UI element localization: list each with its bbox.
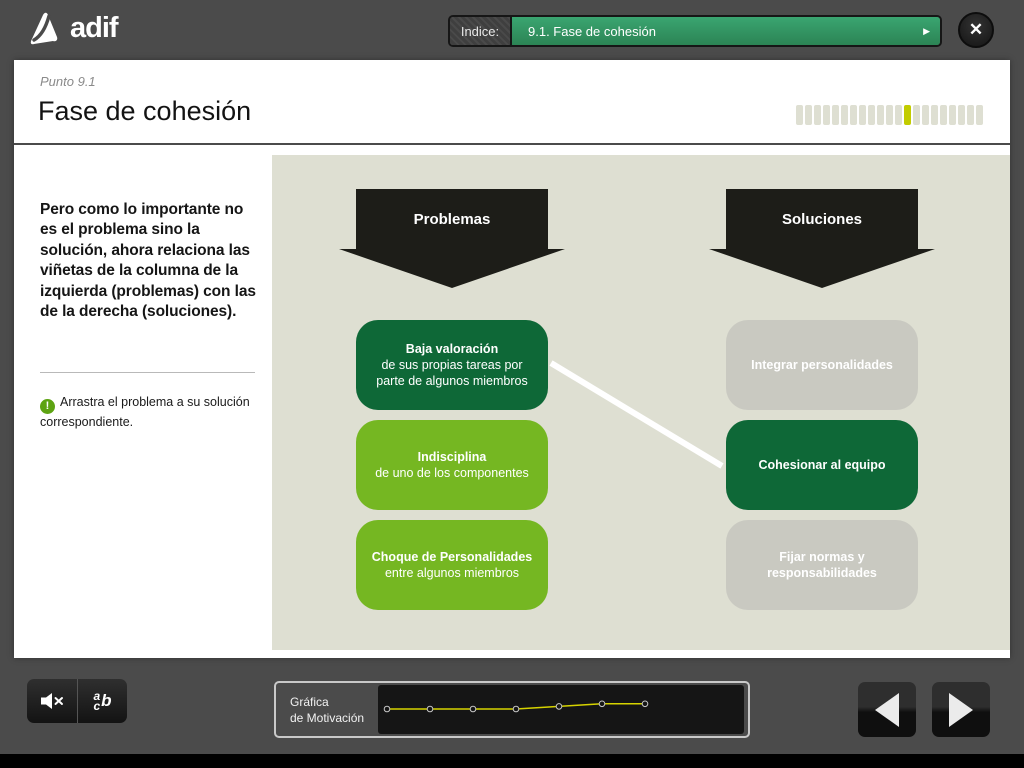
index-dropdown[interactable]: Indice: 9.1. Fase de cohesión ▶	[448, 15, 942, 47]
solutions-banner: Soluciones	[709, 189, 935, 288]
letter-c: c	[93, 701, 100, 711]
topbar: adif Indice: 9.1. Fase de cohesión ▶ ✕	[0, 0, 1024, 60]
exclamation-icon: !	[40, 399, 55, 414]
logo-text: adif	[70, 14, 118, 43]
index-label: Indice:	[450, 17, 512, 45]
adif-logo-icon	[30, 10, 64, 46]
subtitles-button[interactable]: a c b	[77, 679, 127, 723]
mute-button[interactable]	[27, 679, 77, 723]
hint-row: !Arrastra el problema a su solución corr…	[40, 394, 262, 431]
problem-subtitle: entre algunos miembros	[385, 565, 519, 581]
problem-title: Choque de Personalidades	[372, 549, 532, 565]
motivation-chart-widget: Gráfica de Motivación	[274, 681, 750, 738]
adif-logo: adif	[30, 10, 118, 46]
application-window: adif Indice: 9.1. Fase de cohesión ▶ ✕ P…	[0, 0, 1024, 768]
next-button[interactable]	[932, 682, 990, 737]
activity-panel: Problemas Soluciones Baja valoración de …	[272, 155, 1010, 650]
solutions-header: Soluciones	[726, 189, 918, 249]
header-divider	[14, 143, 1010, 145]
motivation-line-chart	[378, 685, 744, 734]
solution-card-cohesionar-equipo[interactable]: Cohesionar al equipo	[726, 420, 918, 510]
content-card: Punto 9.1 Fase de cohesión Pero como lo …	[14, 60, 1010, 658]
hint-text: Arrastra el problema a su solución corre…	[40, 395, 250, 429]
problems-header: Problemas	[356, 189, 548, 249]
index-current-item-text: 9.1. Fase de cohesión	[528, 24, 656, 39]
progress-bar	[796, 105, 983, 125]
muted-speaker-icon	[39, 690, 65, 712]
solution-title: Fijar normas y responsabilidades	[740, 549, 904, 582]
page-title: Fase de cohesión	[38, 96, 251, 127]
previous-button[interactable]	[858, 682, 916, 737]
problem-subtitle: de uno de los componentes	[375, 465, 529, 481]
letter-b: b	[101, 691, 111, 711]
bottom-strip	[0, 754, 1024, 768]
index-current-item[interactable]: 9.1. Fase de cohesión ▶	[512, 17, 940, 45]
problem-card-choque-personalidades[interactable]: Choque de Personalidades entre algunos m…	[356, 520, 548, 610]
next-arrow-icon	[942, 690, 980, 730]
text-letters-icon: a c b	[93, 691, 111, 711]
close-button[interactable]: ✕	[958, 12, 994, 48]
solution-title: Integrar personalidades	[751, 357, 893, 373]
section-kicker: Punto 9.1	[40, 74, 96, 89]
problem-title: Baja valoración	[406, 341, 498, 357]
problem-subtitle: de sus propias tareas por parte de algun…	[370, 357, 534, 390]
instruction-divider	[40, 372, 255, 373]
close-icon: ✕	[969, 20, 983, 40]
problems-banner: Problemas	[339, 189, 565, 288]
chart-panel	[378, 685, 744, 734]
solution-card-integrar-personalidades[interactable]: Integrar personalidades	[726, 320, 918, 410]
expand-arrow-icon[interactable]: ▶	[923, 26, 930, 37]
solution-title: Cohesionar al equipo	[758, 457, 885, 473]
previous-arrow-icon	[868, 690, 906, 730]
media-controls: a c b	[27, 679, 127, 723]
solution-card-fijar-normas[interactable]: Fijar normas y responsabilidades	[726, 520, 918, 610]
chart-label: Gráfica de Motivación	[290, 693, 364, 725]
problem-title: Indisciplina	[418, 449, 487, 465]
problem-card-indisciplina[interactable]: Indisciplina de uno de los componentes	[356, 420, 548, 510]
instruction-text: Pero como lo importante no es el problem…	[40, 200, 262, 323]
problem-card-baja-valoracion[interactable]: Baja valoración de sus propias tareas po…	[356, 320, 548, 410]
